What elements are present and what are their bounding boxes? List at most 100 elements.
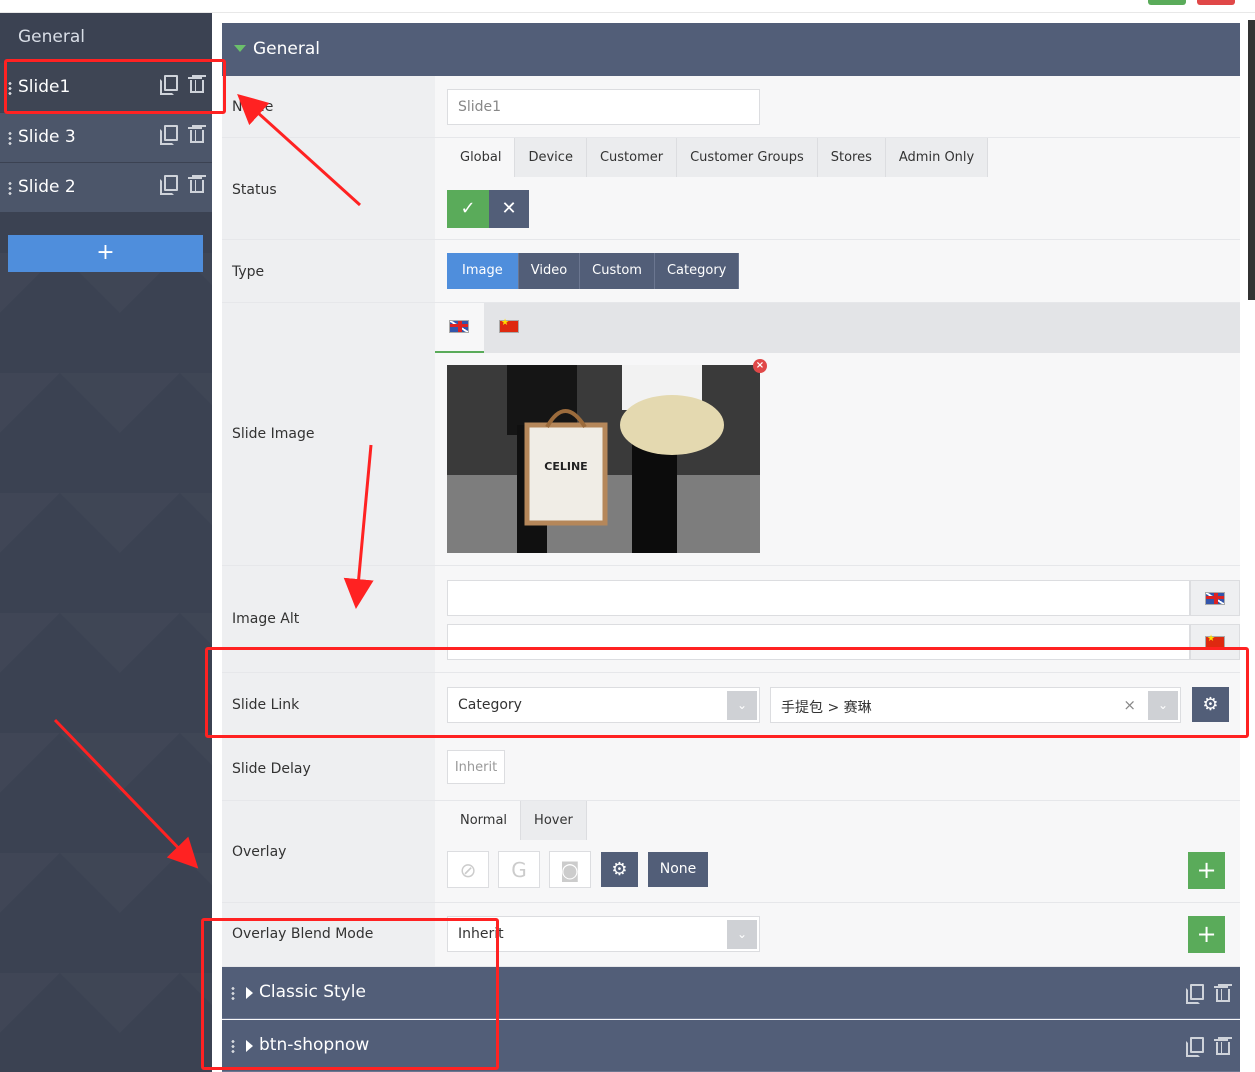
caret-right-icon [246,1040,253,1052]
type-category-button[interactable]: Category [654,253,740,289]
save-button-edge[interactable] [1148,0,1186,5]
slide-label: Slide1 [18,77,71,97]
tab-customer[interactable]: Customer [587,138,678,177]
copy-icon[interactable] [160,75,178,95]
section-title: btn-shopnow [259,1035,370,1055]
panel-header[interactable]: General [222,23,1240,76]
chevron-down-icon[interactable]: ⌄ [727,920,757,949]
language-tabs [435,303,1240,353]
overlay-blend-label: Overlay Blend Mode [232,926,374,942]
clear-icon[interactable]: × [1123,696,1136,714]
scrollbar[interactable] [1248,20,1255,300]
sidebar-slide-item[interactable]: Slide1 [0,63,212,113]
overlay-settings-button[interactable]: ⚙ [601,852,638,887]
copy-icon[interactable] [1186,984,1204,1004]
slide-label: Slide 2 [18,177,76,197]
trash-icon[interactable] [188,75,204,93]
add-slide-button[interactable]: + [8,235,203,272]
tab-english[interactable] [435,303,484,353]
tab-global[interactable]: Global [447,138,516,177]
tab-admin-only[interactable]: Admin Only [886,138,989,177]
status-toggle[interactable]: ✓ ✕ [447,190,529,228]
tab-chinese[interactable] [485,303,534,353]
trash-icon[interactable] [188,175,204,193]
chevron-down-icon[interactable]: ⌄ [1148,691,1178,720]
uk-flag-icon [1205,592,1225,605]
panel-title: General [253,39,320,59]
trash-icon[interactable] [188,125,204,143]
blend-mode-select[interactable]: Inherit ⌄ [447,916,760,952]
camera-icon: ◙ [560,858,580,882]
link-category-select[interactable]: 手提包 > 赛琳 × ⌄ [770,687,1181,723]
link-settings-button[interactable]: ⚙ [1192,687,1229,722]
general-panel: General Name Status Global Device Custom… [222,23,1240,1072]
x-icon[interactable]: ✕ [489,190,529,228]
handbag-photo: CELINE [447,365,760,553]
slide-delay-row: Slide Delay Inherit [222,737,1240,801]
gear-icon: ⚙ [611,859,628,880]
image-alt-input-zh[interactable] [447,624,1190,660]
gradient-icon: G [511,858,527,882]
section-classic-style[interactable]: Classic Style [222,967,1240,1019]
delete-button-edge[interactable] [1197,0,1235,5]
image-alt-input-en[interactable] [447,580,1190,616]
tab-normal[interactable]: Normal [447,801,522,840]
china-flag-icon [1205,634,1225,649]
section-btn-shopnow[interactable]: btn-shopnow [222,1020,1240,1072]
drag-handle-icon[interactable] [8,131,12,146]
copy-icon[interactable] [160,175,178,195]
caret-right-icon [246,987,253,999]
copy-icon[interactable] [1186,1037,1204,1057]
copy-icon[interactable] [160,125,178,145]
sidebar-general-item[interactable]: General [0,13,212,63]
slide-link-label: Slide Link [232,697,300,713]
tab-device[interactable]: Device [515,138,587,177]
type-image-button[interactable]: Image [447,253,519,289]
status-row: Status Global Device Customer Customer G… [222,138,1240,240]
drag-handle-icon[interactable] [8,81,12,96]
overlay-row: Overlay Normal Hover ⊘ G ◙ ⚙ None + [222,801,1240,903]
tab-customer-groups[interactable]: Customer Groups [677,138,818,177]
overlay-none-button[interactable]: None [648,852,708,887]
link-type-select[interactable]: Category ⌄ [447,687,760,723]
remove-image-icon[interactable]: × [753,359,767,373]
link-type-value: Category [458,697,522,713]
chevron-down-icon[interactable]: ⌄ [727,691,757,720]
type-label: Type [232,264,265,280]
slide-delay-input[interactable]: Inherit [447,750,505,784]
slide-image-label: Slide Image [232,426,315,442]
name-row: Name [222,76,1240,138]
drag-handle-icon[interactable] [8,181,12,196]
section-title: Classic Style [259,982,366,1002]
trash-icon[interactable] [1214,984,1230,1002]
china-flag-icon [499,318,519,333]
drag-handle-icon[interactable] [231,1039,235,1054]
overlay-tabs: Normal Hover [447,801,587,840]
trash-icon[interactable] [1214,1037,1230,1055]
tab-hover[interactable]: Hover [521,801,587,840]
name-label: Name [232,99,274,115]
blend-mode-value: Inherit [458,926,504,942]
add-overlay-button[interactable]: + [1188,852,1225,889]
no-color-button[interactable]: ⊘ [447,851,489,888]
gradient-button[interactable]: G [498,851,540,888]
type-custom-button[interactable]: Custom [580,253,655,289]
image-brand-text: CELINE [544,460,587,473]
caret-down-icon [234,45,246,52]
alt-flag-en [1190,580,1240,616]
add-blend-button[interactable]: + [1188,916,1225,953]
image-alt-label: Image Alt [232,611,300,627]
tab-stores[interactable]: Stores [818,138,886,177]
slide-image-preview[interactable]: CELINE [447,365,760,553]
overlay-blend-row: Overlay Blend Mode Inherit ⌄ + [222,903,1240,967]
image-button[interactable]: ◙ [549,851,591,888]
drag-handle-icon[interactable] [231,986,235,1001]
slide-image-row: Slide Image CELINE [222,303,1240,566]
sidebar-slide-item[interactable]: Slide 2 [0,163,212,213]
name-input[interactable] [447,89,760,125]
type-video-button[interactable]: Video [518,253,581,289]
sidebar: General Slide1 Slide 3 Slide 2 + [0,13,212,1072]
sidebar-slide-item[interactable]: Slide 3 [0,113,212,163]
top-bar [0,0,1255,13]
check-icon[interactable]: ✓ [447,190,489,228]
